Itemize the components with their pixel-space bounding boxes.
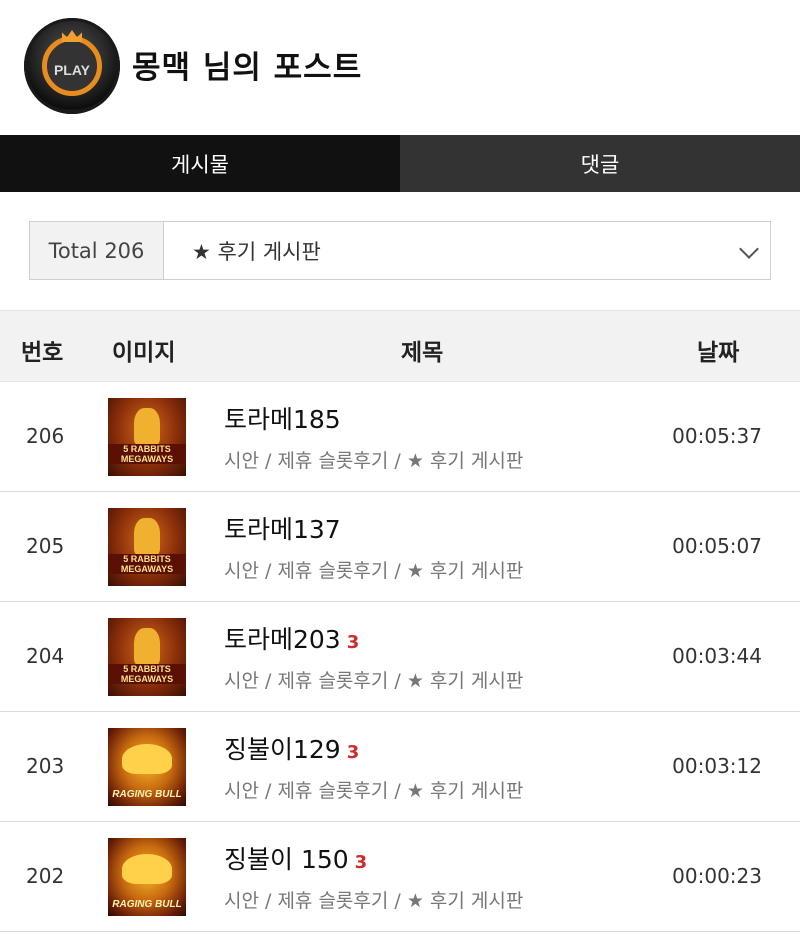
comment-count-badge: 3 [346,632,360,653]
tab-posts[interactable]: 게시물 [0,135,400,192]
post-time: 00:05:07 [672,534,762,558]
thumbnail-logo-text: RAGING BULL [112,899,182,910]
avatar-logo-text: PLAY [53,62,91,78]
post-time: 00:05:37 [672,424,762,448]
thumbnail-logo-text: 5 RABBITS MEGAWAYS [108,554,186,574]
thumbnail-figure [134,628,160,666]
post-meta: 시안 / 제휴 슬롯후기 / ★ 후기 게시판 [224,670,524,692]
avatar[interactable]: PLAY [24,18,120,114]
post-title: 토라메203 [224,625,341,654]
table-row[interactable]: 204 5 RABBITS MEGAWAYS 토라메203 3 시안 / 제휴 슬롯후기… [0,602,800,712]
thumbnail-figure [134,518,160,556]
thumbnail-figure [122,744,172,774]
post-thumbnail[interactable]: RAGING BULL [108,838,186,916]
post-meta: 시안 / 제휴 슬롯후기 / ★ 후기 게시판 [224,890,524,912]
board-select[interactable]: ★ 후기 게시판 [164,222,770,279]
table-row[interactable]: 202 RAGING BULL 징불이 150 3 시안 / 제휴 슬롯후기 / ★ 후… [0,822,800,932]
crown-icon [62,30,82,42]
total-count: Total 206 [30,222,164,279]
comment-count-badge: 3 [346,742,360,763]
post-title: 징불이129 [224,735,341,764]
table-row[interactable]: 205 5 RABBITS MEGAWAYS 토라메137 시안 / 제휴 슬롯후기 … [0,492,800,602]
page-header: PLAY 몽맥 님의 포스트 [0,0,800,135]
tab-comments[interactable]: 댓글 [400,135,800,192]
post-number: 204 [26,644,65,668]
post-thumbnail[interactable]: 5 RABBITS MEGAWAYS [108,508,186,586]
post-title-link[interactable]: 토라메185 [224,400,347,436]
post-meta: 시안 / 제휴 슬롯후기 / ★ 후기 게시판 [224,450,524,472]
post-time: 00:03:12 [672,754,762,778]
post-number: 206 [26,424,65,448]
table-row[interactable]: 203 RAGING BULL 징불이129 3 시안 / 제휴 슬롯후기 / ★ 후기… [0,712,800,822]
table-header: 번호 이미지 제목 날짜 [0,310,800,382]
thumbnail-logo-text: 5 RABBITS MEGAWAYS [108,664,186,684]
board-select-value: ★ 후기 게시판 [192,239,321,264]
post-time: 00:03:44 [672,644,762,668]
post-thumbnail[interactable]: 5 RABBITS MEGAWAYS [108,618,186,696]
chevron-down-icon [739,239,759,259]
post-title: 징불이 150 [224,845,349,874]
post-meta: 시안 / 제휴 슬롯후기 / ★ 후기 게시판 [224,780,524,802]
post-title-link[interactable]: 토라메203 3 [224,620,359,656]
thumbnail-logo-text: 5 RABBITS MEGAWAYS [108,444,186,464]
comment-count-badge: 3 [354,852,368,873]
post-title-link[interactable]: 토라메137 [224,510,347,546]
post-time: 00:00:23 [672,864,762,888]
post-meta: 시안 / 제휴 슬롯후기 / ★ 후기 게시판 [224,560,524,582]
header-date: 날짜 [697,340,740,366]
post-number: 202 [26,864,65,888]
post-thumbnail[interactable]: 5 RABBITS MEGAWAYS [108,398,186,476]
post-title: 토라메185 [224,405,341,434]
post-number: 203 [26,754,65,778]
tab-bar: 게시물 댓글 [0,135,800,192]
post-title: 토라메137 [224,515,341,544]
post-thumbnail[interactable]: RAGING BULL [108,728,186,806]
table-row[interactable]: 206 5 RABBITS MEGAWAYS 토라메185 시안 / 제휴 슬롯후기 … [0,382,800,492]
board-filter: Total 206 ★ 후기 게시판 [29,221,771,280]
thumbnail-figure [134,408,160,446]
page-title: 몽맥 님의 포스트 [132,50,363,86]
header-num: 번호 [21,340,64,366]
thumbnail-logo-text: RAGING BULL [112,789,182,800]
post-number: 205 [26,534,65,558]
thumbnail-figure [122,854,172,884]
post-title-link[interactable]: 징불이 150 3 [224,840,367,876]
post-title-link[interactable]: 징불이129 3 [224,730,359,766]
header-title: 제목 [401,340,444,366]
header-image: 이미지 [112,340,176,366]
